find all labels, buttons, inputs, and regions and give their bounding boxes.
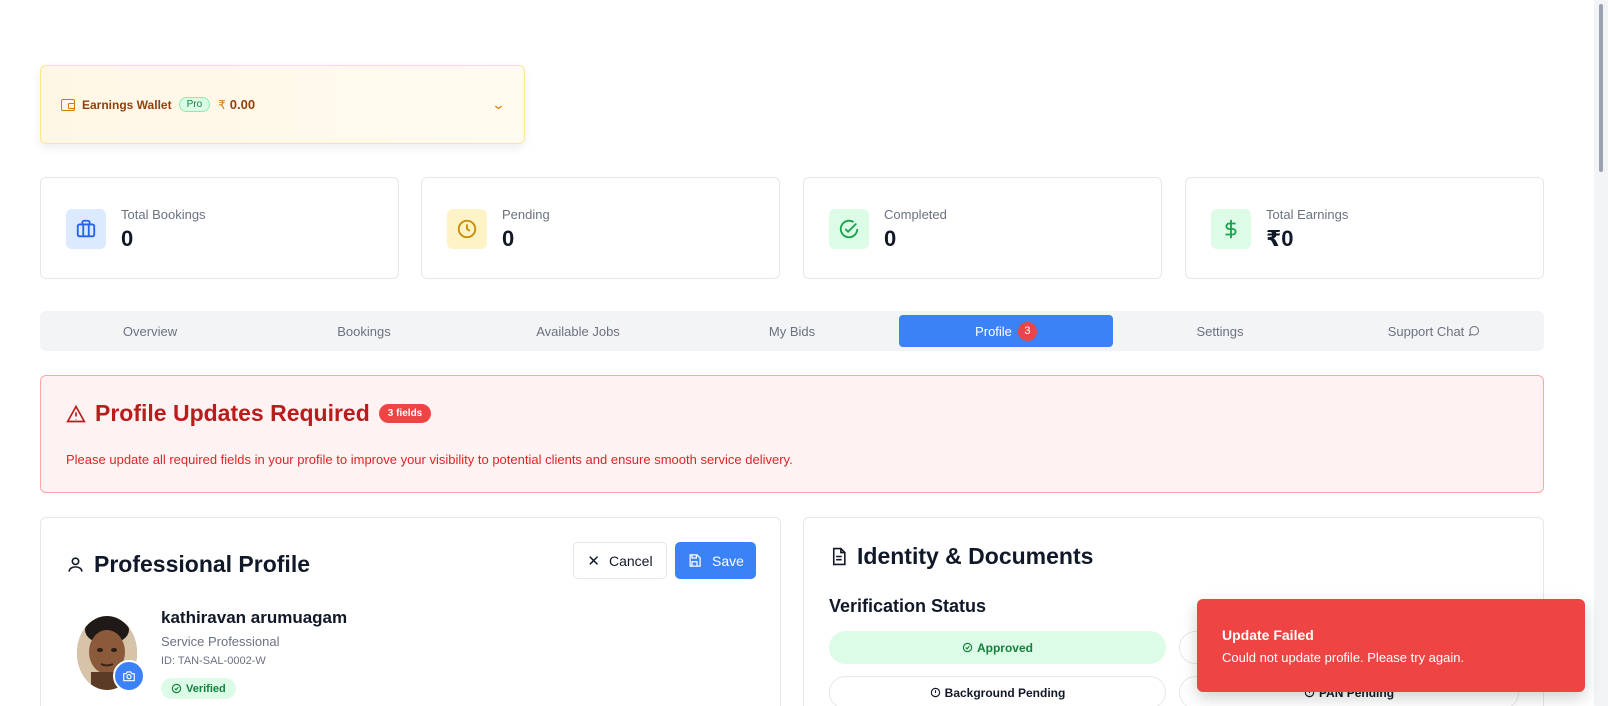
tab-label: Overview bbox=[122, 323, 178, 339]
profile-name: kathiravan arumuagam bbox=[161, 608, 348, 627]
earnings-wallet[interactable]: Earnings Wallet Pro ₹ 0.00 ⌄ bbox=[40, 65, 525, 144]
tab-label: Available Jobs bbox=[536, 323, 620, 339]
tab-label: Settings bbox=[1196, 323, 1244, 339]
clock-icon bbox=[447, 209, 487, 249]
chevron-down-icon[interactable]: ⌄ bbox=[491, 97, 505, 113]
save-icon bbox=[689, 554, 701, 567]
status-label: Background Pending bbox=[944, 685, 1066, 700]
check-circle-icon bbox=[171, 683, 182, 694]
stat-value: ₹0 bbox=[1266, 226, 1294, 251]
close-icon: ✕ bbox=[587, 552, 600, 570]
save-label: Save bbox=[712, 552, 744, 569]
stat-label: Completed bbox=[884, 207, 947, 222]
tab-badge: 3 bbox=[1017, 321, 1037, 341]
user-icon bbox=[68, 557, 83, 572]
toast-message: Could not update profile. Please try aga… bbox=[1222, 650, 1465, 665]
rupee-icon: ₹ bbox=[218, 97, 226, 112]
wallet-label: Earnings Wallet bbox=[82, 97, 172, 112]
cancel-button[interactable]: ✕ Cancel bbox=[573, 542, 667, 579]
error-toast[interactable]: Update Failed Could not update profile. … bbox=[1197, 599, 1585, 692]
dollar-icon bbox=[1211, 209, 1251, 249]
alert-fields-badge: 3 fields bbox=[378, 404, 432, 423]
document-icon bbox=[832, 547, 846, 566]
tab-support-chat[interactable]: Support Chat bbox=[1327, 315, 1541, 347]
check-circle-icon bbox=[962, 642, 973, 653]
info-icon bbox=[930, 687, 940, 698]
save-button[interactable]: Save bbox=[675, 542, 756, 579]
tab-bar: Overview Bookings Available Jobs My Bids… bbox=[40, 311, 1544, 351]
status-badge-approved: Approved bbox=[829, 631, 1166, 664]
verified-label: Verified bbox=[186, 682, 226, 695]
pro-badge: Pro bbox=[178, 97, 211, 112]
wallet-amount: 0.00 bbox=[229, 97, 256, 112]
stat-label: Total Earnings bbox=[1266, 207, 1349, 222]
stat-label: Total Bookings bbox=[121, 207, 206, 222]
tab-available-jobs[interactable]: Available Jobs bbox=[471, 315, 685, 347]
stat-card-completed: Completed 0 bbox=[803, 177, 1162, 279]
tab-label: Support Chat bbox=[1387, 323, 1465, 339]
professional-profile-card: Professional Profile ✕ Cancel Save kathir… bbox=[40, 517, 781, 706]
tab-label: My Bids bbox=[768, 323, 816, 339]
stat-value: 0 bbox=[121, 226, 134, 251]
stat-value: 0 bbox=[502, 226, 515, 251]
tab-overview[interactable]: Overview bbox=[43, 315, 257, 347]
tab-settings[interactable]: Settings bbox=[1113, 315, 1327, 347]
stat-card-total-bookings: Total Bookings 0 bbox=[40, 177, 399, 279]
camera-icon[interactable] bbox=[113, 660, 145, 692]
identity-card-title: Identity & Documents bbox=[857, 543, 1094, 569]
cancel-label: Cancel bbox=[608, 552, 653, 569]
tab-bookings[interactable]: Bookings bbox=[257, 315, 471, 347]
profile-id: ID: TAN-SAL-0002-W bbox=[161, 655, 266, 667]
chat-icon bbox=[1468, 325, 1480, 337]
profile-role: Service Professional bbox=[161, 634, 280, 649]
toast-title: Update Failed bbox=[1222, 627, 1314, 643]
status-badge-background: Background Pending bbox=[829, 676, 1166, 706]
verification-status-title: Verification Status bbox=[829, 596, 987, 616]
tab-my-bids[interactable]: My Bids bbox=[685, 315, 899, 347]
scrollbar-thumb[interactable] bbox=[1599, 4, 1603, 172]
profile-card-title: Professional Profile bbox=[94, 551, 311, 577]
page-scrollbar[interactable] bbox=[1594, 0, 1608, 706]
wallet-icon bbox=[61, 98, 75, 111]
alert-title: Profile Updates Required bbox=[95, 400, 370, 426]
status-label: Approved bbox=[976, 640, 1033, 655]
tab-label: Profile bbox=[975, 323, 1012, 339]
briefcase-icon bbox=[66, 209, 106, 249]
profile-alert: Profile Updates Required 3 fields Please… bbox=[40, 375, 1544, 493]
check-circle-icon bbox=[829, 209, 869, 249]
tab-profile[interactable]: Profile 3 bbox=[899, 315, 1113, 347]
verified-badge: Verified bbox=[161, 678, 236, 699]
stat-value: 0 bbox=[884, 226, 897, 251]
stat-label: Pending bbox=[502, 207, 550, 222]
stat-card-total-earnings: Total Earnings ₹0 bbox=[1185, 177, 1544, 279]
stat-card-pending: Pending 0 bbox=[421, 177, 780, 279]
alert-description: Please update all required fields in you… bbox=[66, 452, 793, 467]
tab-label: Bookings bbox=[337, 323, 391, 339]
warning-icon bbox=[66, 404, 86, 422]
